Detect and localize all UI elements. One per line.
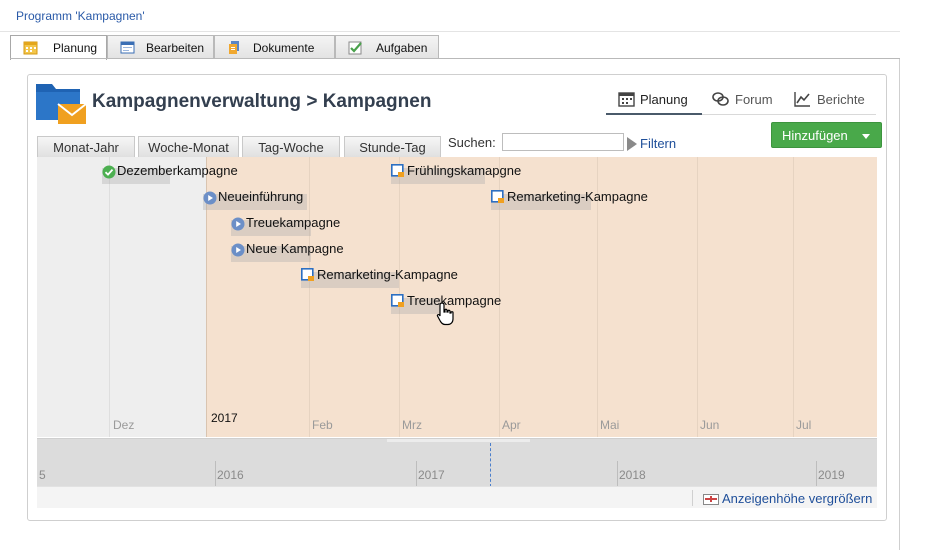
- overview-grid-line: [816, 461, 817, 486]
- scale-tab-monat-jahr[interactable]: Monat-Jahr: [37, 136, 135, 157]
- calendar-icon: [23, 41, 38, 55]
- campaign-folder-icon: [36, 84, 87, 124]
- scale-tab-tag-woche[interactable]: Tag-Woche: [242, 136, 340, 157]
- overview-grid-line: [215, 461, 216, 486]
- scale-tab-woche-monat[interactable]: Woche-Monat: [138, 136, 239, 157]
- grid-line: [793, 157, 794, 437]
- campaign-event[interactable]: Frühlingskamapgne: [391, 163, 531, 184]
- month-label: Mrz: [402, 418, 422, 432]
- chevron-down-icon: [862, 134, 870, 139]
- view-tab-label: Forum: [735, 92, 773, 107]
- grid-line: [697, 157, 698, 437]
- view-tabs: Planung Forum Berichte: [606, 87, 876, 115]
- tab-planung[interactable]: Planung: [10, 35, 107, 60]
- scale-tab-stunde-tag[interactable]: Stunde-Tag: [344, 136, 441, 157]
- tab-label: Bearbeiten: [146, 41, 205, 55]
- play-circle-icon: [231, 217, 245, 231]
- tab-label: Planung: [53, 41, 98, 55]
- campaign-label: Remarketing-Kampagne: [317, 267, 458, 282]
- campaign-label: Remarketing-Kampagne: [507, 189, 648, 204]
- play-circle-icon: [231, 243, 245, 257]
- planning-timeline[interactable]: Dez 2017 Feb Mrz Apr Mai Jun Jul Dezembe…: [37, 157, 877, 437]
- overview-year-label: 2019: [818, 468, 845, 482]
- view-tab-label: Planung: [640, 92, 688, 107]
- view-tab-berichte[interactable]: Berichte: [794, 87, 874, 115]
- timeline-overview[interactable]: 5 2016 2017 2018 2019: [37, 438, 877, 486]
- campaign-event[interactable]: Dezemberkampagne: [102, 163, 242, 184]
- past-period: [37, 157, 206, 437]
- window-right-border: [899, 58, 900, 550]
- filter-arrow-icon[interactable]: [627, 137, 637, 151]
- campaign-event[interactable]: Treuekampagne: [231, 215, 351, 236]
- year-label: 2017: [211, 411, 238, 425]
- search-input[interactable]: [502, 133, 624, 151]
- view-tab-forum[interactable]: Forum: [712, 87, 782, 115]
- overview-year-label: 5: [39, 468, 46, 482]
- campaign-planned-icon: [491, 190, 504, 203]
- tab-bearbeiten[interactable]: Bearbeiten: [107, 35, 214, 59]
- view-tab-label: Berichte: [817, 92, 865, 107]
- add-button[interactable]: Hinzufügen: [771, 122, 882, 148]
- play-circle-icon: [203, 191, 217, 205]
- overview-year-label: 2017: [418, 468, 445, 482]
- campaign-planned-icon: [391, 164, 404, 177]
- current-date-marker: [490, 443, 491, 486]
- page-title: Kampagnenverwaltung > Kampagnen: [92, 91, 432, 112]
- tab-label: Aufgaben: [376, 41, 428, 55]
- add-button-label: Hinzufügen: [782, 128, 848, 143]
- calendar-icon: [618, 92, 635, 107]
- tab-label: Dokumente: [253, 41, 315, 55]
- enlarge-height-icon[interactable]: [703, 493, 719, 505]
- campaign-label: Neue Kampagne: [246, 241, 344, 256]
- campaign-planned-icon: [391, 294, 404, 307]
- campaign-event[interactable]: Remarketing-Kampagne: [301, 267, 471, 288]
- campaign-label: Frühlingskamapgne: [407, 163, 522, 178]
- footer-divider: [692, 490, 693, 506]
- month-label: Apr: [502, 418, 521, 432]
- campaign-planned-icon: [301, 268, 314, 281]
- month-label: Dez: [113, 418, 135, 432]
- month-label: Jun: [700, 418, 720, 432]
- hand-cursor-icon: [436, 302, 454, 326]
- search-label: Suchen:: [448, 135, 496, 150]
- campaign-event[interactable]: Neueinführung: [203, 189, 323, 210]
- enlarge-height-link[interactable]: Anzeigenhöhe vergrößern: [722, 491, 872, 506]
- campaign-event[interactable]: Remarketing-Kampagne: [491, 189, 661, 210]
- forum-icon: [712, 92, 729, 106]
- overview-grid-line: [617, 461, 618, 486]
- tab-aufgaben[interactable]: Aufgaben: [335, 35, 439, 59]
- month-label: Feb: [312, 418, 333, 432]
- documents-icon: [229, 41, 239, 54]
- overview-range-handle[interactable]: [387, 439, 530, 442]
- chart-icon: [794, 92, 810, 107]
- campaign-event[interactable]: Neue Kampagne: [231, 241, 351, 262]
- campaign-label: Treuekampagne: [246, 215, 341, 230]
- check-circle-icon: [102, 165, 116, 179]
- edit-form-icon: [120, 41, 135, 54]
- campaign-label: Dezemberkampagne: [117, 163, 238, 178]
- task-check-icon: [348, 41, 362, 55]
- tabs-divider: [10, 58, 900, 59]
- overview-year-label: 2018: [619, 468, 646, 482]
- overview-year-label: 2016: [217, 468, 244, 482]
- overview-grid-line: [416, 461, 417, 486]
- view-tab-planung[interactable]: Planung: [618, 87, 702, 115]
- campaign-label: Neueinführung: [218, 189, 304, 204]
- month-label: Mai: [600, 418, 620, 432]
- active-view-indicator: [606, 113, 702, 115]
- tab-dokumente[interactable]: Dokumente: [214, 35, 335, 59]
- filter-link[interactable]: Filtern: [640, 136, 676, 151]
- window-title: Programm 'Kampagnen': [0, 0, 900, 32]
- grid-line: [109, 157, 110, 437]
- month-label: Jul: [796, 418, 812, 432]
